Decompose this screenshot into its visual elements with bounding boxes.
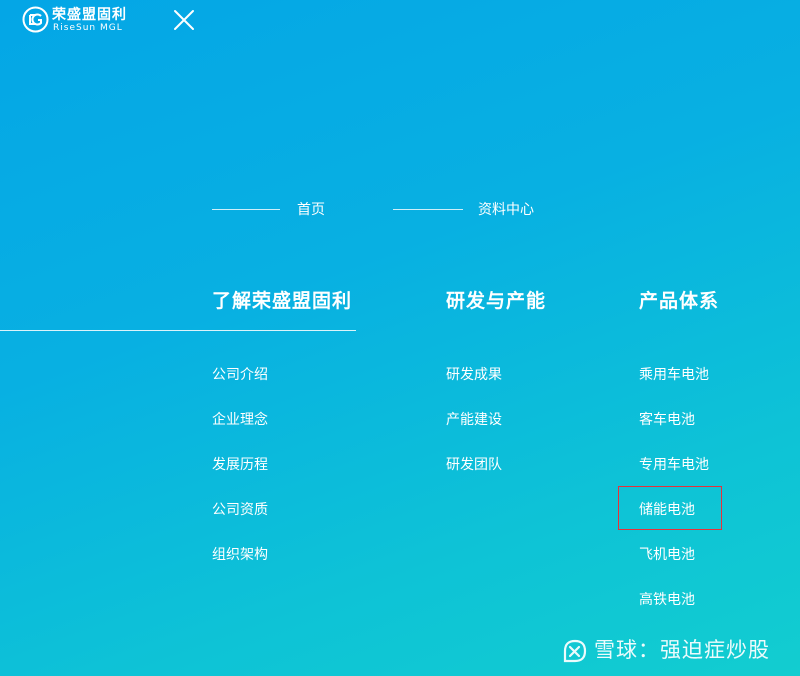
menu-item-qualifications[interactable]: 公司资质 [212, 502, 268, 518]
divider-line [212, 209, 280, 210]
menu-item-bus-battery[interactable]: 客车电池 [639, 412, 695, 428]
close-icon[interactable] [172, 8, 196, 32]
brand-name-cn: 荣盛盟固利 [52, 7, 127, 23]
menu-item-company-intro[interactable]: 公司介绍 [212, 367, 268, 383]
nav-link-resources[interactable]: 资料中心 [478, 202, 534, 218]
logo-mark-icon [22, 6, 49, 33]
menu-item-rnd-results[interactable]: 研发成果 [446, 367, 502, 383]
nav-link-home[interactable]: 首页 [297, 202, 325, 218]
brand-logo[interactable]: 荣盛盟固利 RiseSun MGL [22, 6, 142, 34]
watermark-text: 雪球：强迫症炒股 [594, 638, 770, 662]
menu-item-philosophy[interactable]: 企业理念 [212, 412, 268, 428]
menu-item-rail-battery[interactable]: 高铁电池 [639, 592, 695, 608]
title-underline [0, 330, 356, 331]
menu-item-passenger-battery[interactable]: 乘用车电池 [639, 367, 709, 383]
menu-item-storage-battery[interactable]: 储能电池 [639, 502, 695, 518]
brand-name-en: RiseSun MGL [53, 23, 123, 33]
menu-item-special-vehicle-battery[interactable]: 专用车电池 [639, 457, 709, 473]
menu-item-capacity[interactable]: 产能建设 [446, 412, 502, 428]
menu-item-aircraft-battery[interactable]: 飞机电池 [639, 547, 695, 563]
column-title-about[interactable]: 了解荣盛盟固利 [212, 290, 352, 312]
column-title-rnd[interactable]: 研发与产能 [446, 290, 546, 312]
snowball-icon [563, 639, 587, 663]
divider-line [393, 209, 463, 210]
column-title-products[interactable]: 产品体系 [639, 290, 719, 312]
menu-item-rnd-team[interactable]: 研发团队 [446, 457, 502, 473]
menu-item-organization[interactable]: 组织架构 [212, 547, 268, 563]
menu-item-history[interactable]: 发展历程 [212, 457, 268, 473]
